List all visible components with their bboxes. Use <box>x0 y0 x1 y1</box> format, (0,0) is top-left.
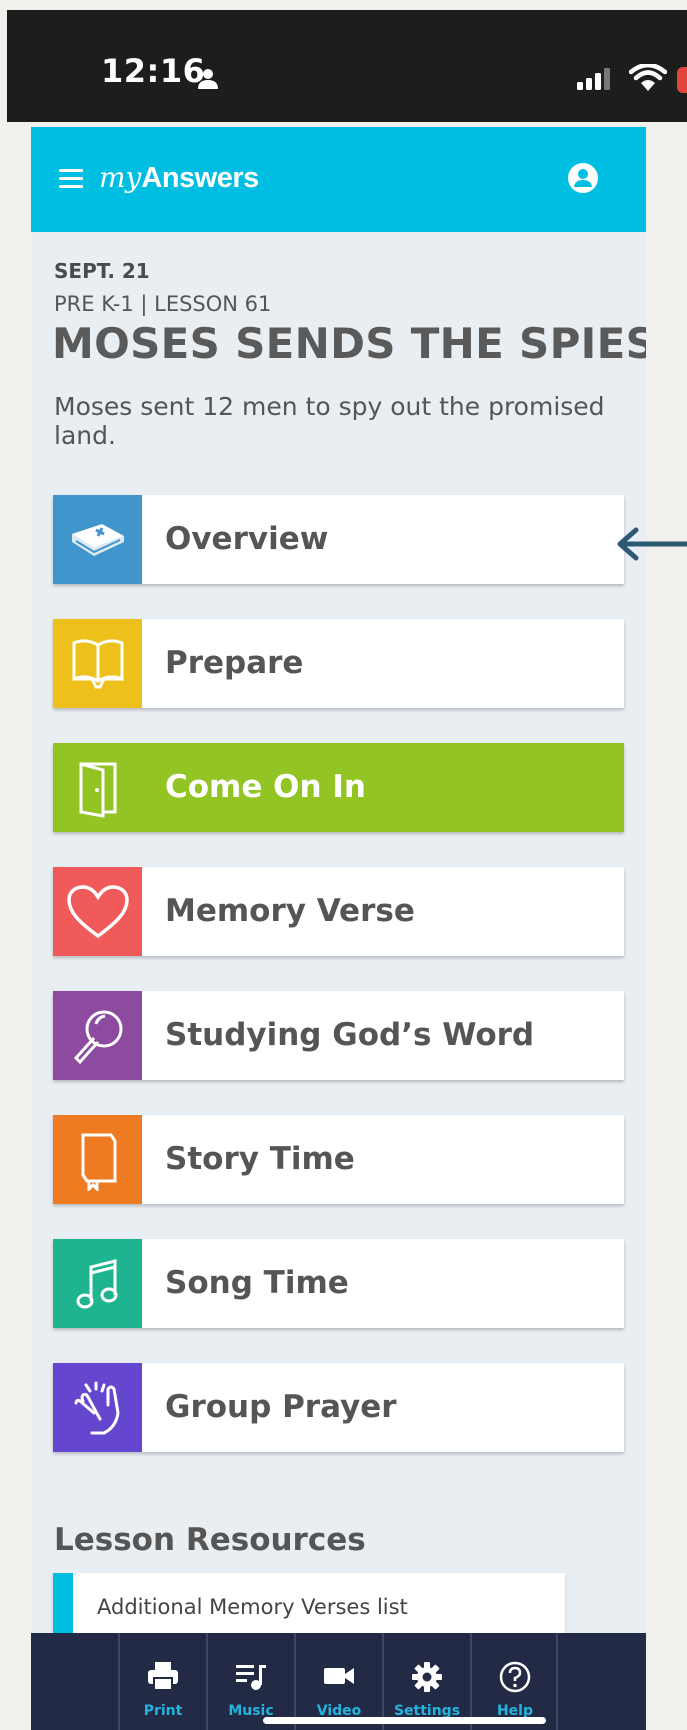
menu-label-come-on-in: Come On In <box>165 769 366 805</box>
menu-item-studying-gods-word[interactable]: Studying God’s Word <box>53 991 624 1080</box>
menu-item-memory-verse[interactable]: Memory Verse <box>53 867 624 956</box>
menu-item-group-prayer[interactable]: Group Prayer <box>53 1363 624 1452</box>
wifi-icon <box>629 64 667 91</box>
video-camera-icon <box>296 1661 382 1693</box>
bottom-nav: Print Music Video Settings Help <box>31 1633 646 1730</box>
nav-settings[interactable]: Settings <box>384 1633 470 1730</box>
menu-label-overview: Overview <box>165 521 329 557</box>
hamburger-menu-icon[interactable] <box>59 169 83 189</box>
menu-label-group-prayer: Group Prayer <box>165 1389 397 1425</box>
battery-icon <box>677 67 687 93</box>
lesson-title: MOSES SENDS THE SPIES <box>52 319 646 368</box>
home-indicator[interactable] <box>263 1717 546 1724</box>
menu-item-prepare[interactable]: Prepare <box>53 619 624 708</box>
bible-icon <box>53 495 142 584</box>
menu-label-story-time: Story Time <box>165 1141 355 1177</box>
door-icon <box>53 743 142 832</box>
help-icon <box>472 1661 558 1693</box>
app-frame: myAnswers SEPT. 21 PRE K-1 | LESSON 61 M… <box>31 127 646 1730</box>
nav-label-print: Print <box>143 1703 183 1719</box>
account-icon[interactable] <box>567 162 599 194</box>
magnifier-icon <box>53 991 142 1080</box>
gear-icon <box>384 1661 470 1693</box>
lesson-menu: Overview Prepare Come On In Memory Verse… <box>53 495 624 1487</box>
logo-answers: Answers <box>141 162 259 194</box>
menu-item-come-on-in[interactable]: Come On In <box>53 743 624 832</box>
arrow-annotation-icon <box>617 527 687 561</box>
playlist-music-icon <box>208 1661 294 1693</box>
nav-print[interactable]: Print <box>120 1633 206 1730</box>
menu-item-overview[interactable]: Overview <box>53 495 624 584</box>
storybook-icon <box>53 1115 142 1204</box>
menu-label-song-time: Song Time <box>165 1265 349 1301</box>
menu-label-memory-verse: Memory Verse <box>165 893 415 929</box>
person-icon <box>198 69 218 89</box>
praying-hands-icon <box>53 1363 142 1452</box>
top-strip <box>0 0 687 10</box>
logo-my: my <box>99 161 142 194</box>
lesson-summary: Moses sent 12 men to spy out the promise… <box>54 392 605 450</box>
cellular-signal-icon <box>577 68 610 90</box>
menu-label-studying-gods-word: Studying God’s Word <box>165 1017 535 1053</box>
lesson-grade: PRE K-1 | LESSON 61 <box>54 292 272 316</box>
menu-label-prepare: Prepare <box>165 645 304 681</box>
printer-icon <box>120 1661 206 1693</box>
nav-help[interactable]: Help <box>472 1633 558 1730</box>
music-note-icon <box>53 1239 142 1328</box>
resource-label: Additional Memory Verses list <box>97 1595 408 1619</box>
status-bar: 12:16 <box>7 10 687 122</box>
nav-music[interactable]: Music <box>208 1633 294 1730</box>
nav-video[interactable]: Video <box>296 1633 382 1730</box>
heart-icon <box>53 867 142 956</box>
menu-item-story-time[interactable]: Story Time <box>53 1115 624 1204</box>
app-logo[interactable]: myAnswers <box>99 160 259 195</box>
lesson-date: SEPT. 21 <box>54 259 150 283</box>
app-header: myAnswers <box>31 127 646 232</box>
resources-title: Lesson Resources <box>54 1522 366 1558</box>
menu-item-song-time[interactable]: Song Time <box>53 1239 624 1328</box>
status-time: 12:16 <box>101 52 206 90</box>
open-book-icon <box>53 619 142 708</box>
